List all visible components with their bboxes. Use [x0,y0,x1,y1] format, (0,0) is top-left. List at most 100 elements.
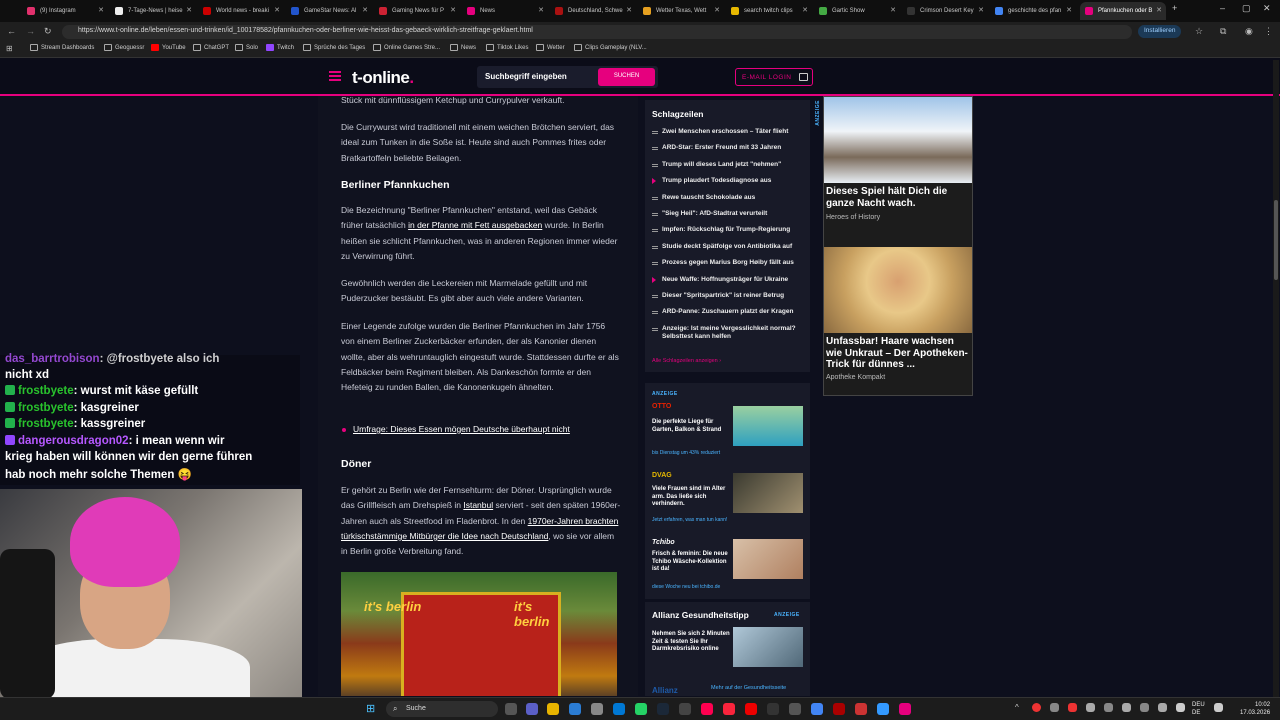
bookmark-item[interactable]: Sprüche des Tages [303,44,365,51]
bookmark-item[interactable]: News [450,44,476,51]
new-tab-icon[interactable]: + [1172,3,1177,13]
tab-gartic[interactable]: Gartic Show ✕ [814,2,900,20]
ad-title[interactable]: Dieses Spiel hält Dich die ganze Nacht w… [826,186,972,209]
close-tab-icon[interactable]: ✕ [450,6,456,14]
close-tab-icon[interactable]: ✕ [362,6,368,14]
bookmark-item[interactable]: Twitch [266,44,294,51]
app-icon[interactable] [789,703,801,715]
doener-kiosk-image[interactable]: it's berlin it's berlin [341,572,617,696]
headline-item[interactable]: Neue Waffe: Hoffnungsträger für Ukraine [652,276,802,284]
headline-item[interactable]: Rewe tauscht Schokolade aus [652,194,802,202]
bookmark-item[interactable]: Tiktok Likes [486,44,528,51]
menu-icon[interactable]: ⋮ [1264,26,1273,37]
headline-item[interactable]: Trump will dieses Land jetzt "nehmen" [652,161,802,169]
close-window-icon[interactable]: ✕ [1263,3,1271,14]
ad-text[interactable]: Die perfekte Liege für Garten, Balkon & … [652,419,730,434]
ad-image-lounger[interactable] [733,406,803,446]
article-link[interactable]: in der Pfanne mit Fett ausgebacken [408,220,542,230]
taskbar-search[interactable]: ⌕ Suche [386,701,498,717]
ad-image-coins[interactable] [733,473,803,513]
bookmark-item[interactable]: Clips Gameplay (NLV... [574,44,647,51]
tray-icon[interactable] [1104,703,1113,712]
windows-start-icon[interactable]: ⊞ [366,702,375,715]
headline-item[interactable]: ARD-Star: Erster Freund mit 33 Jahren [652,144,802,152]
tab-heise[interactable]: 7-Tage-News | heise ✕ [110,2,196,20]
tray-icon[interactable] [1086,703,1095,712]
t-online-logo[interactable]: t-online. [352,68,414,88]
close-tab-icon[interactable]: ✕ [626,6,632,14]
teams-icon[interactable] [526,703,538,715]
settings-icon[interactable] [591,703,603,715]
bookmark-item[interactable]: ChatGPT [193,44,229,51]
bookmark-item[interactable]: Stream Dashboards [30,44,94,51]
headline-item[interactable]: Dieser "Spritspartrick" ist reiner Betru… [652,292,802,300]
speaker-icon[interactable] [1176,703,1185,712]
headline-item[interactable]: Trump plaudert Todesdiagnose aus [652,177,802,185]
app-icon[interactable] [855,703,867,715]
bookmark-item[interactable]: Wetter [536,44,565,51]
back-icon[interactable]: ← [7,26,16,36]
ad-text[interactable]: Frisch & feminin: Die neue Tchibo Wäsche… [652,551,730,574]
whatsapp-icon[interactable] [635,703,647,715]
related-link[interactable]: Umfrage: Dieses Essen mögen Deutsche übe… [342,422,633,437]
bookmark-item[interactable]: YouTube [151,44,186,51]
bookmark-item[interactable]: Geoguessr [104,44,144,51]
tab-twitch-clips[interactable]: search twitch clips ✕ [726,2,812,20]
chrome-icon[interactable] [811,703,823,715]
obs-icon[interactable] [767,703,779,715]
tray-record-icon[interactable] [1032,703,1041,712]
close-tab-icon[interactable]: ✕ [1156,6,1162,14]
extensions-icon[interactable]: ⧉ [1220,26,1226,37]
all-headlines-link[interactable]: Alle Schlagzeilen anzeigen › [652,358,721,364]
ad-image-lingerie[interactable] [733,539,803,579]
headline-item[interactable]: ARD-Panne: Zuschauern platzt der Kragen [652,308,802,316]
store-icon[interactable] [613,703,625,715]
youtube-icon[interactable] [745,703,757,715]
apps-grid-icon[interactable]: ⊞ [6,44,13,53]
minimize-icon[interactable]: – [1220,3,1225,13]
hamburger-menu-icon[interactable] [329,71,341,81]
headline-item[interactable]: Anzeige: Ist meine Vergesslichkeit norma… [652,325,802,341]
tab-wetter[interactable]: Wetter Texas, Wett ✕ [638,2,724,20]
ad-title[interactable]: Unfassbar! Haare wachsen wie Unkraut – D… [826,336,972,371]
tray-icon[interactable] [1140,703,1149,712]
article-link[interactable]: Istanbul [463,500,493,510]
close-tab-icon[interactable]: ✕ [538,6,544,14]
network-icon[interactable] [1214,703,1223,712]
tab-world-news[interactable]: World news - breaki ✕ [198,2,284,20]
close-tab-icon[interactable]: ✕ [978,6,984,14]
page-scrollbar[interactable] [1273,60,1279,697]
music-icon[interactable] [723,703,735,715]
scrollbar-thumb[interactable] [1274,200,1278,280]
ad-image-hair[interactable] [824,247,972,333]
tab-deutschland[interactable]: Deutschland, Schwe ✕ [550,2,636,20]
app-icon[interactable] [833,703,845,715]
headline-item[interactable]: Impfen: Rückschlag für Trump-Regierung [652,226,802,234]
tray-icon[interactable] [1122,703,1131,712]
close-tab-icon[interactable]: ✕ [274,6,280,14]
bookmark-item[interactable]: Online Games Stre... [373,44,440,51]
task-view-icon[interactable] [505,703,517,715]
bookmark-star-icon[interactable]: ☆ [1195,26,1203,37]
headline-item[interactable]: Studie deckt Spätfolge von Antibiotika a… [652,243,802,251]
search-button[interactable]: SUCHEN [598,68,655,86]
explorer-icon[interactable] [547,703,559,715]
install-button[interactable]: Installieren [1138,25,1182,38]
taskbar-clock[interactable]: 10:02 17.03.2026 [1240,701,1270,717]
mail-icon[interactable] [569,703,581,715]
tray-icon[interactable] [1050,703,1059,712]
ad-image-doctor[interactable] [733,627,803,667]
app-icon[interactable] [679,703,691,715]
tray-overflow-icon[interactable]: ^ [1015,703,1019,712]
close-tab-icon[interactable]: ✕ [1066,6,1072,14]
reload-icon[interactable]: ↻ [44,26,52,37]
ad-image-winter-village[interactable] [824,97,972,183]
steam-icon[interactable] [657,703,669,715]
tab-news[interactable]: News ✕ [462,2,548,20]
close-tab-icon[interactable]: ✕ [186,6,192,14]
close-tab-icon[interactable]: ✕ [714,6,720,14]
tab-crimson[interactable]: Crimson Desert Key ✕ [902,2,988,20]
tray-icon[interactable] [1158,703,1167,712]
tab-instagram[interactable]: (9) Instagram ✕ [22,2,108,20]
headline-item[interactable]: Prozess gegen Marius Borg Høiby fällt au… [652,259,802,267]
